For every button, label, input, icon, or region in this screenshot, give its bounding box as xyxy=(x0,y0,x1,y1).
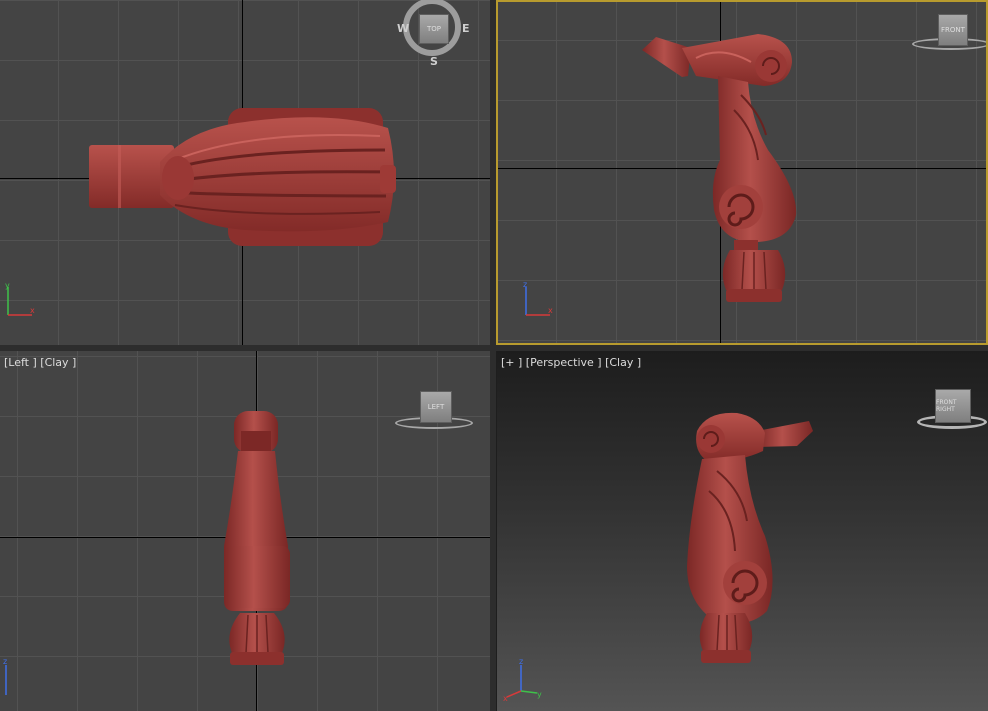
compass-south-label[interactable]: S xyxy=(430,55,438,68)
view-cube-top[interactable]: TOP W E S xyxy=(397,0,472,70)
view-cube-perspective[interactable]: FRONT RIGHT xyxy=(915,387,988,433)
xyz-axis-gizmo-icon: y x xyxy=(5,281,35,316)
cube-face-front-right[interactable]: FRONT RIGHT xyxy=(935,389,971,423)
svg-text:y: y xyxy=(537,690,542,699)
compass-west-label[interactable]: W xyxy=(397,22,409,35)
compass-east-label[interactable]: E xyxy=(462,22,470,35)
view-cube-left[interactable]: LEFT xyxy=(395,389,475,435)
cube-face-left[interactable]: LEFT xyxy=(420,391,452,423)
svg-text:x: x xyxy=(30,306,35,315)
xyz-axis-gizmo-icon: z xyxy=(3,657,7,695)
viewport-top[interactable]: TOP W E S y x xyxy=(0,0,490,345)
svg-text:z: z xyxy=(519,657,523,666)
viewport-perspective[interactable]: [+ ] [Perspective ] [Clay ] FRONT RIGHT … xyxy=(497,351,988,711)
cube-face-top[interactable]: TOP xyxy=(419,14,449,44)
cube-face-front[interactable]: FRONT xyxy=(938,14,968,46)
viewport-divider-vertical[interactable] xyxy=(490,0,496,711)
svg-text:x: x xyxy=(503,694,508,701)
viewport-left[interactable]: [Left ] [Clay ] LEFT z xyxy=(0,351,490,711)
svg-text:z: z xyxy=(523,280,527,289)
svg-text:y: y xyxy=(5,281,10,290)
viewport-front[interactable]: FRONT z x xyxy=(496,0,988,345)
view-cube-front[interactable]: FRONT xyxy=(912,10,988,56)
xyz-axis-gizmo-icon: z x y xyxy=(503,657,542,701)
xyz-axis-gizmo-icon: z x xyxy=(523,280,553,316)
svg-text:z: z xyxy=(3,657,7,666)
svg-text:x: x xyxy=(548,306,553,315)
viewport-divider-horizontal[interactable] xyxy=(0,345,988,351)
